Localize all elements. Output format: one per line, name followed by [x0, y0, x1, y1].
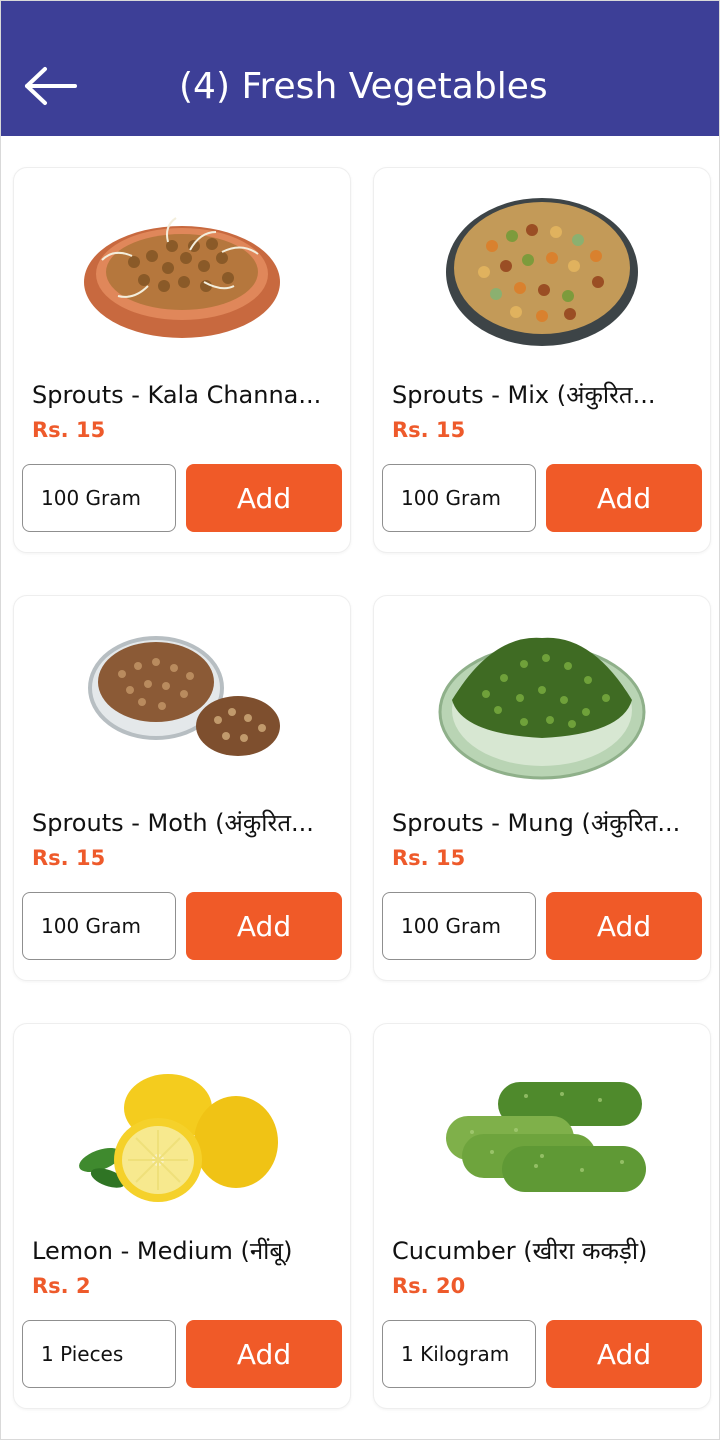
app-screen: (4) Fresh Vegetables Sprouts - Kala Chan… — [0, 0, 720, 1440]
product-name[interactable]: Cucumber (खीरा ककड़ी) — [392, 1234, 710, 1268]
product-image-cucumber — [446, 1082, 646, 1192]
quantity-selector[interactable]: 100 Gram — [382, 892, 536, 960]
add-button[interactable]: Add — [546, 892, 702, 960]
product-card[interactable]: Lemon - Medium (नींबू) Rs. 2 1 Pieces Ad… — [13, 1023, 351, 1409]
product-grid: Sprouts - Kala Channa... Rs. 15 100 Gram… — [1, 1, 719, 1439]
add-button[interactable]: Add — [186, 892, 342, 960]
product-image-mung-sprouts — [438, 637, 646, 780]
product-card[interactable]: Sprouts - Mung (अंकुरित... Rs. 15 100 Gr… — [373, 595, 711, 981]
product-price: Rs. 15 — [392, 418, 466, 442]
product-card[interactable]: Sprouts - Moth (अंकुरित... Rs. 15 100 Gr… — [13, 595, 351, 981]
quantity-selector[interactable]: 1 Kilogram — [382, 1320, 536, 1388]
product-name[interactable]: Sprouts - Mix (अंकुरित... — [392, 378, 710, 412]
product-card[interactable]: Sprouts - Kala Channa... Rs. 15 100 Gram… — [13, 167, 351, 553]
product-name[interactable]: Sprouts - Moth (अंकुरित... — [32, 806, 350, 840]
product-card[interactable]: Cucumber (खीरा ककड़ी) Rs. 20 1 Kilogram … — [373, 1023, 711, 1409]
product-price: Rs. 15 — [32, 846, 106, 870]
add-button[interactable]: Add — [546, 1320, 702, 1388]
product-name[interactable]: Sprouts - Mung (अंकुरित... — [392, 806, 710, 840]
product-name[interactable]: Lemon - Medium (नींबू) — [32, 1234, 350, 1268]
quantity-selector[interactable]: 100 Gram — [22, 464, 176, 532]
product-image-mix-sprouts — [446, 198, 638, 346]
product-price: Rs. 15 — [392, 846, 466, 870]
product-card[interactable]: Sprouts - Mix (अंकुरित... Rs. 15 100 Gra… — [373, 167, 711, 553]
product-image-kala-channa-sprouts — [84, 217, 280, 338]
quantity-selector[interactable]: 100 Gram — [382, 464, 536, 532]
product-price: Rs. 20 — [392, 1274, 466, 1298]
product-price: Rs. 15 — [32, 418, 106, 442]
product-price: Rs. 2 — [32, 1274, 91, 1298]
product-name[interactable]: Sprouts - Kala Channa... — [32, 378, 350, 412]
product-image-moth-sprouts — [88, 636, 280, 756]
add-button[interactable]: Add — [186, 464, 342, 532]
quantity-selector[interactable]: 100 Gram — [22, 892, 176, 960]
add-button[interactable]: Add — [546, 464, 702, 532]
product-image-lemon — [79, 1074, 278, 1202]
add-button[interactable]: Add — [186, 1320, 342, 1388]
quantity-selector[interactable]: 1 Pieces — [22, 1320, 176, 1388]
